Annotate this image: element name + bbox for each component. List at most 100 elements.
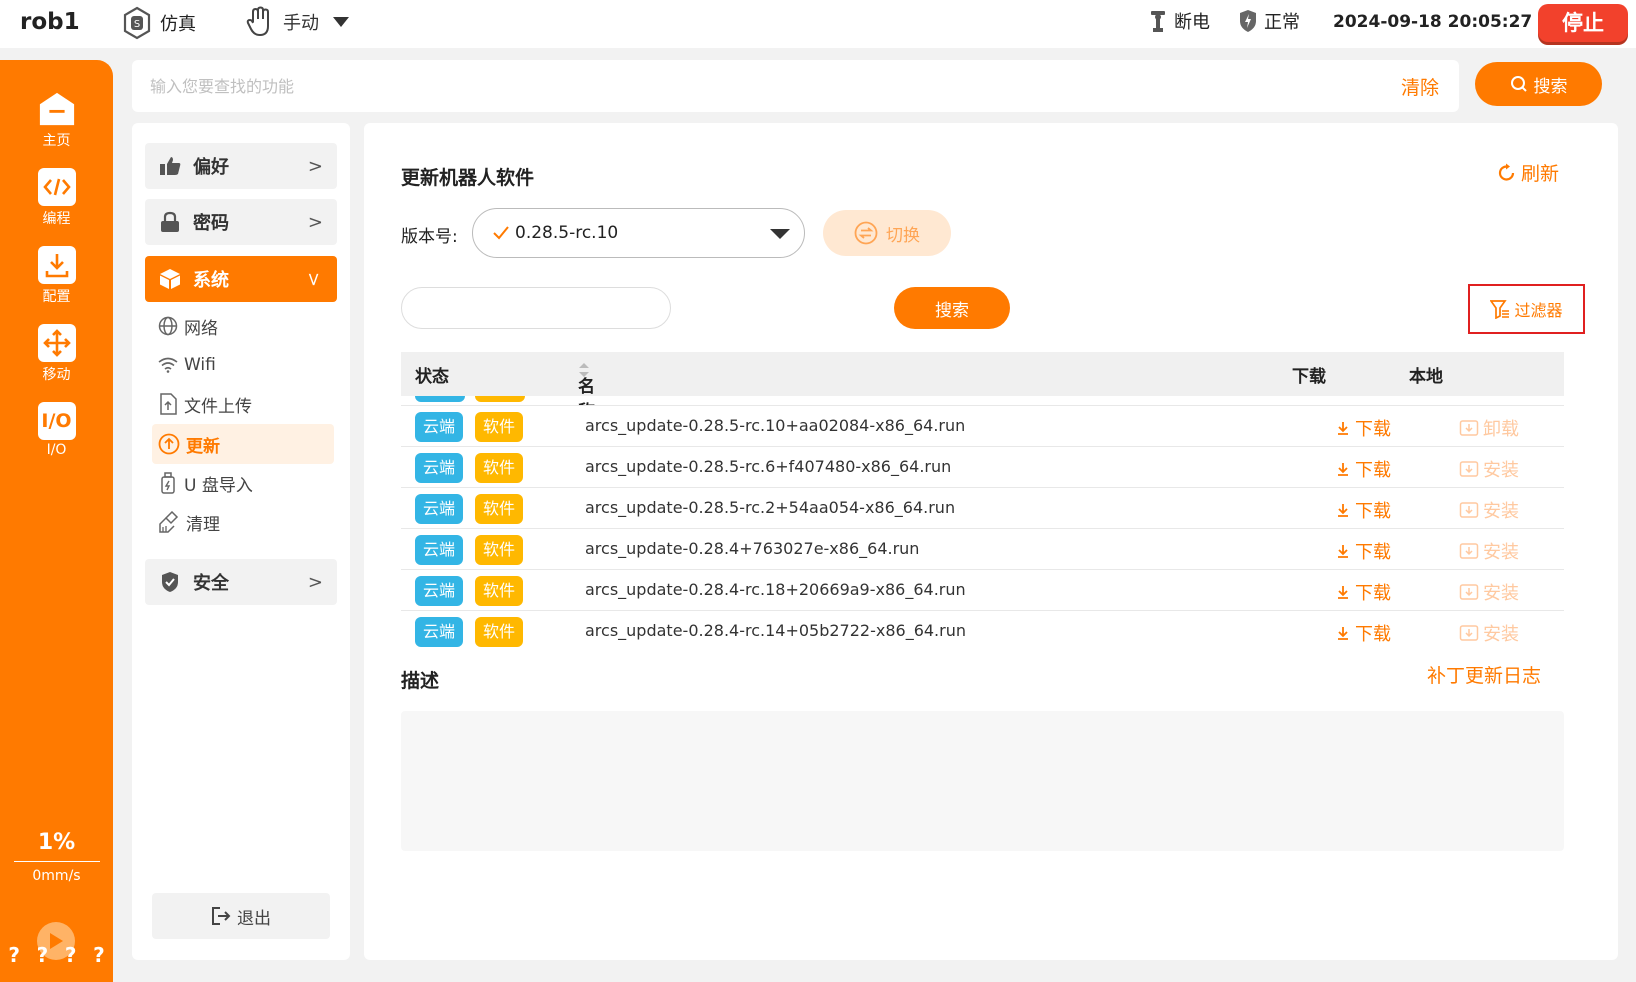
chevron-right-icon: > bbox=[307, 212, 323, 233]
robot-name: rob1 bbox=[20, 9, 80, 35]
table-row[interactable]: 云端 软件 arcs_update-0.28.5-rc.6+f407480-x86_… bbox=[401, 447, 1564, 488]
table-row[interactable]: 云端 软件 arcs_update-0.28.5-rc.10+aa02084-x86… bbox=[401, 406, 1564, 447]
cloud-tag bbox=[415, 396, 465, 402]
sub-item-update[interactable]: 更新 bbox=[152, 424, 334, 464]
refresh-label: 刷新 bbox=[1521, 163, 1560, 185]
function-search-button[interactable]: 搜索 bbox=[1475, 62, 1602, 106]
column-header-name[interactable]: 名称 bbox=[578, 362, 595, 422]
sub-item-usb-import[interactable]: U 盘导入 bbox=[152, 463, 334, 503]
sub-item-label: 网络 bbox=[184, 318, 218, 339]
cube-icon bbox=[159, 269, 181, 289]
power-status-label: 断电 bbox=[1174, 12, 1210, 33]
nav-move[interactable]: 移动 bbox=[0, 324, 113, 384]
table-row[interactable]: 云端 软件 arcs_update-0.28.5-rc.2+54aa054-x86_… bbox=[401, 488, 1564, 529]
chevron-right-icon: > bbox=[307, 572, 323, 593]
download-arrow-icon bbox=[1338, 586, 1348, 599]
menu-group-label: 偏好 bbox=[193, 157, 229, 178]
safety-status: 正常 bbox=[1238, 8, 1300, 34]
software-tag: 软件 bbox=[475, 576, 524, 606]
download-button[interactable]: 下载 bbox=[1337, 620, 1391, 646]
table-row[interactable]: 云端 软件 arcs_update-0.28.4+763027e-x86_64.ru… bbox=[401, 529, 1564, 570]
refresh-button[interactable]: 刷新 bbox=[1497, 159, 1559, 186]
filter-icon bbox=[1490, 300, 1510, 319]
sub-item-wifi[interactable]: Wifi bbox=[152, 345, 334, 385]
menu-group-label: 安全 bbox=[193, 573, 229, 594]
table-row[interactable]: 云端 软件 arcs_update-0.28.4-rc.18+20669a9-x86… bbox=[401, 570, 1564, 611]
code-icon bbox=[37, 168, 76, 206]
file-upload-icon bbox=[160, 393, 177, 415]
sub-item-file-upload[interactable]: 文件上传 bbox=[152, 384, 334, 424]
logout-label: 退出 bbox=[237, 908, 271, 929]
install-button[interactable]: 安装 bbox=[1459, 579, 1519, 605]
nav-config-label: 配置 bbox=[42, 289, 71, 305]
install-icon bbox=[1459, 543, 1479, 559]
column-header-download: 下载 bbox=[1292, 367, 1326, 387]
simulation-icon: S bbox=[123, 6, 151, 40]
install-button[interactable]: 安装 bbox=[1459, 538, 1519, 564]
download-icon bbox=[37, 246, 76, 284]
download-button[interactable]: 下载 bbox=[1337, 538, 1391, 564]
uninstall-button[interactable]: 卸载 bbox=[1459, 415, 1519, 441]
clear-button[interactable]: 清除 bbox=[1401, 73, 1439, 100]
globe-icon bbox=[158, 316, 178, 336]
package-search-button[interactable]: 搜索 bbox=[894, 287, 1010, 329]
wifi-icon bbox=[158, 357, 178, 373]
chevron-down-icon bbox=[770, 229, 790, 239]
broom-icon bbox=[159, 511, 179, 533]
download-label: 下载 bbox=[1355, 583, 1391, 604]
package-table: 状态 名称 下载 本地 云端软件arcs_update-0.28.5-rc.10… bbox=[401, 352, 1564, 649]
move-icon bbox=[37, 324, 76, 362]
thumbs-up-icon bbox=[159, 156, 181, 176]
patch-log-link[interactable]: 补丁更新日志 bbox=[1427, 661, 1541, 688]
sub-item-network[interactable]: 网络 bbox=[152, 306, 334, 346]
package-search-input[interactable] bbox=[416, 297, 546, 319]
sub-item-label: 清理 bbox=[186, 514, 220, 535]
local-action-label: 卸载 bbox=[1483, 419, 1519, 440]
menu-group-preferences[interactable]: 偏好 > bbox=[145, 143, 337, 189]
download-button[interactable]: 下载 bbox=[1337, 415, 1391, 441]
simulation-mode-toggle[interactable]: S 仿真 bbox=[122, 6, 196, 40]
logout-icon bbox=[212, 907, 231, 925]
search-icon bbox=[1510, 76, 1527, 92]
sub-item-cleanup[interactable]: 清理 bbox=[152, 502, 334, 542]
nav-programming[interactable]: 编程 bbox=[0, 168, 113, 228]
download-arrow-icon bbox=[1338, 627, 1348, 640]
cloud-tag: 云端 bbox=[415, 617, 464, 647]
filter-button[interactable]: 过滤器 bbox=[1468, 284, 1585, 334]
stop-button[interactable]: 停止 bbox=[1538, 4, 1628, 42]
main-sidebar: 主页 编程 配置 移动 I/O I/O 1% 0mm/s bbox=[0, 60, 113, 982]
lock-icon bbox=[159, 211, 181, 232]
refresh-icon bbox=[1498, 163, 1515, 181]
download-button[interactable]: 下载 bbox=[1337, 456, 1391, 482]
local-action-label: 安装 bbox=[1483, 583, 1519, 604]
nav-config[interactable]: 配置 bbox=[0, 246, 113, 306]
operation-mode-dropdown[interactable]: 手动 bbox=[245, 6, 349, 38]
menu-group-password[interactable]: 密码 > bbox=[145, 199, 337, 245]
chevron-down-icon bbox=[333, 17, 349, 27]
install-button[interactable]: 安装 bbox=[1459, 497, 1519, 523]
menu-group-security[interactable]: 安全 > bbox=[145, 559, 337, 605]
install-button[interactable]: 安装 bbox=[1459, 620, 1519, 646]
logout-button[interactable]: 退出 bbox=[152, 893, 330, 939]
switch-version-button[interactable]: 切换 bbox=[823, 210, 951, 256]
nav-move-label: 移动 bbox=[42, 367, 71, 383]
description-box bbox=[401, 711, 1564, 851]
package-name: arcs_update-0.28.4+763027e-x86_64.run bbox=[585, 539, 920, 558]
svg-text:S: S bbox=[134, 19, 140, 30]
local-action-label: 安装 bbox=[1483, 542, 1519, 563]
nav-io[interactable]: I/O I/O bbox=[0, 402, 113, 458]
check-icon bbox=[493, 226, 509, 240]
cloud-tag: 云端 bbox=[415, 535, 464, 565]
local-action-label: 安装 bbox=[1483, 624, 1519, 645]
install-icon bbox=[1459, 502, 1479, 518]
table-row[interactable]: 云端 软件 arcs_update-0.28.4-rc.14+05b2722-x86… bbox=[401, 611, 1564, 649]
nav-home[interactable]: 主页 bbox=[0, 90, 113, 150]
software-tag: 软件 bbox=[475, 535, 524, 565]
menu-group-system[interactable]: 系统 > bbox=[145, 256, 337, 302]
download-label: 下载 bbox=[1355, 624, 1391, 645]
download-button[interactable]: 下载 bbox=[1337, 497, 1391, 523]
version-select[interactable]: 0.28.5-rc.10 bbox=[472, 208, 805, 258]
download-button[interactable]: 下载 bbox=[1337, 579, 1391, 605]
function-search-input[interactable] bbox=[150, 72, 1250, 100]
install-button[interactable]: 安装 bbox=[1459, 456, 1519, 482]
